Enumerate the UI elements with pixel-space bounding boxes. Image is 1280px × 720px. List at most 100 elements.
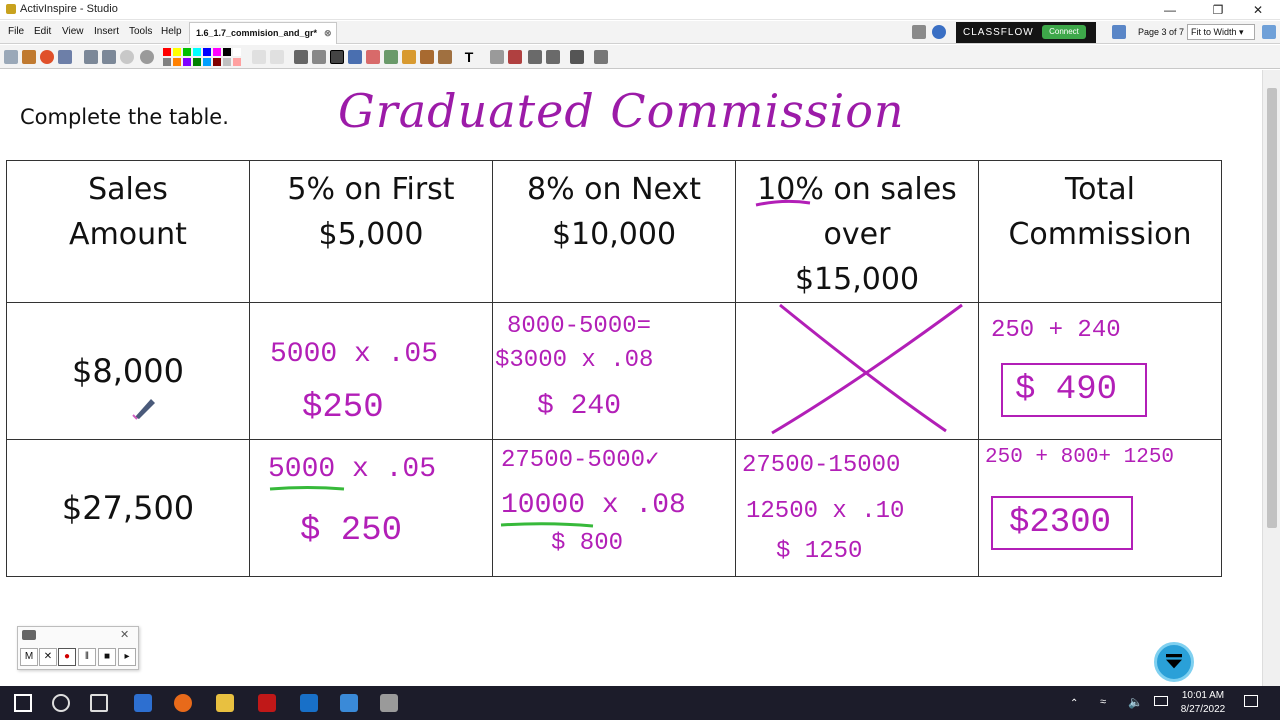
menu-insert[interactable]: Insert xyxy=(94,26,119,37)
maximize-button[interactable]: ❐ xyxy=(1196,0,1240,20)
highlighter-icon[interactable] xyxy=(348,50,362,64)
palette-swatch-7[interactable] xyxy=(233,48,241,56)
connector-tool-icon[interactable] xyxy=(438,50,452,64)
menu-edit[interactable]: Edit xyxy=(34,26,51,37)
connect-button[interactable]: Connect xyxy=(1042,25,1086,39)
pin-toolbar-icon[interactable] xyxy=(594,50,608,64)
header-total-commission: Total Commission xyxy=(978,160,1222,303)
shape-tool-icon[interactable] xyxy=(420,50,434,64)
browser-icon[interactable] xyxy=(22,50,36,64)
scrollbar-thumb[interactable] xyxy=(1267,88,1277,528)
text-tool-icon[interactable]: T xyxy=(462,50,476,64)
previous-page-icon[interactable] xyxy=(84,50,98,64)
palette-swatch-1[interactable] xyxy=(173,48,181,56)
dashboard-icon[interactable] xyxy=(912,25,926,39)
pen-width-icon[interactable] xyxy=(252,50,266,64)
recorder-pause-button[interactable]: ‖ xyxy=(78,648,96,666)
fill-tool-icon[interactable] xyxy=(402,50,416,64)
redo-icon[interactable] xyxy=(546,50,560,64)
document-tab[interactable]: 1.6_1.7_commision_and_gr* ⊗ xyxy=(189,22,337,44)
firefox-icon[interactable] xyxy=(174,694,192,712)
network-icon[interactable] xyxy=(932,25,946,39)
row1-third-tier xyxy=(735,302,979,440)
main-menu-icon[interactable] xyxy=(4,50,18,64)
notifications-icon[interactable] xyxy=(1244,695,1258,707)
pen-size-slider-icon[interactable] xyxy=(270,50,284,64)
recorder-close-icon[interactable]: ✕ xyxy=(120,628,129,641)
palette-swatch-6[interactable] xyxy=(223,48,231,56)
recorder-stop-button[interactable]: ■ xyxy=(98,648,116,666)
row2-second-tier: 27500-5000✓ 10000 x .08 $ 800 xyxy=(492,439,736,577)
recorder-play-button[interactable]: ▸ xyxy=(118,648,136,666)
palette-swatch-4[interactable] xyxy=(203,48,211,56)
arrow-down-icon xyxy=(1166,654,1182,669)
palette-swatch-11[interactable] xyxy=(193,58,201,66)
page-sorter-icon[interactable] xyxy=(1112,25,1126,39)
fullscreen-icon[interactable] xyxy=(1262,25,1276,39)
toolbox-toggle-button[interactable] xyxy=(1154,642,1194,682)
windows-start-icon[interactable] xyxy=(14,694,32,712)
palette-swatch-13[interactable] xyxy=(213,58,221,66)
palette-swatch-12[interactable] xyxy=(203,58,211,66)
system-clock[interactable]: 10:01 AM 8/27/2022 xyxy=(1176,689,1230,717)
clear-icon[interactable] xyxy=(570,50,584,64)
outlook-icon[interactable] xyxy=(300,694,318,712)
search-icon[interactable] xyxy=(52,694,70,712)
camera-icon[interactable] xyxy=(58,50,72,64)
palette-swatch-14[interactable] xyxy=(223,58,231,66)
taskbar: ⌃ ≈ 🔈 10:01 AM 8/27/2022 xyxy=(0,686,1280,720)
palette-swatch-10[interactable] xyxy=(183,58,191,66)
row1-first-tier: 5000 x .05 $250 xyxy=(249,302,493,440)
zoom-select[interactable]: Fit to Width ▾ xyxy=(1187,24,1255,40)
app-icon-2[interactable] xyxy=(340,694,358,712)
underline-annotation xyxy=(755,199,811,207)
palette-swatch-0[interactable] xyxy=(163,48,171,56)
acrobat-icon[interactable] xyxy=(258,694,276,712)
palette-swatch-3[interactable] xyxy=(193,48,201,56)
hw-result: $ 800 xyxy=(551,530,624,557)
palette-swatch-2[interactable] xyxy=(183,48,191,56)
hw-calc: 8000-5000= xyxy=(507,313,652,340)
menu-tools[interactable]: Tools xyxy=(129,26,152,37)
palette-swatch-8[interactable] xyxy=(163,58,171,66)
clock-icon[interactable] xyxy=(140,50,154,64)
eraser-icon[interactable] xyxy=(366,50,380,64)
magic-ink-icon[interactable] xyxy=(384,50,398,64)
menu-view[interactable]: View xyxy=(62,26,84,37)
revealer-icon[interactable] xyxy=(490,50,504,64)
close-tab-icon[interactable]: ⊗ xyxy=(324,28,332,39)
volume-icon[interactable]: 🔈 xyxy=(1128,695,1143,709)
minimize-button[interactable]: — xyxy=(1148,0,1192,20)
palette-swatch-5[interactable] xyxy=(213,48,221,56)
palette-swatch-15[interactable] xyxy=(233,58,241,66)
chevron-up-icon[interactable]: ⌃ xyxy=(1070,698,1078,709)
pen-tool-icon[interactable] xyxy=(330,50,344,64)
clock-date: 8/27/2022 xyxy=(1180,704,1226,715)
wifi-icon[interactable]: ≈ xyxy=(1100,696,1106,708)
keyboard-icon[interactable] xyxy=(1154,696,1168,706)
marquee-tool-icon[interactable] xyxy=(312,50,326,64)
close-button[interactable]: ✕ xyxy=(1236,0,1280,20)
window-title: ActivInspire - Studio xyxy=(20,3,118,15)
undo-icon[interactable] xyxy=(528,50,542,64)
menu-file[interactable]: File xyxy=(8,26,24,37)
app-icon-1[interactable] xyxy=(134,694,152,712)
menu-help[interactable]: Help xyxy=(161,26,182,37)
activinspire-taskbar-icon[interactable] xyxy=(380,694,398,712)
next-page-icon[interactable] xyxy=(102,50,116,64)
classflow-label: CLASSFLOW xyxy=(963,27,1034,38)
classflow-panel: CLASSFLOW Connect xyxy=(956,22,1096,43)
reset-page-icon[interactable] xyxy=(120,50,134,64)
activinspire-logo-icon xyxy=(6,4,16,14)
vertical-scrollbar[interactable] xyxy=(1262,70,1280,686)
recorder-record-button[interactable]: ● xyxy=(58,648,76,666)
palette-swatch-9[interactable] xyxy=(173,58,181,66)
task-view-icon[interactable] xyxy=(90,694,108,712)
recorder-cancel-button[interactable]: ✕ xyxy=(39,648,57,666)
select-tool-icon[interactable] xyxy=(294,50,308,64)
file-explorer-icon[interactable] xyxy=(216,694,234,712)
row2-third-tier: 27500-15000 12500 x .10 $ 1250 xyxy=(735,439,979,577)
dual-user-icon[interactable] xyxy=(40,50,54,64)
spotlight-icon[interactable] xyxy=(508,50,522,64)
recorder-mode-button[interactable]: M xyxy=(20,648,38,666)
